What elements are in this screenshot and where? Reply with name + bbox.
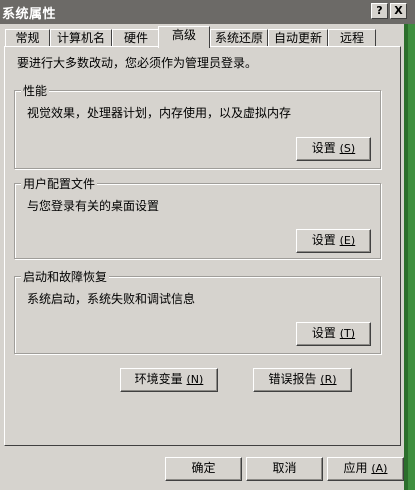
startup-recovery-settings-button[interactable]: 设置 (T) bbox=[296, 322, 371, 346]
cancel-button[interactable]: 取消 bbox=[246, 457, 323, 481]
cancel-label: 取消 bbox=[272, 461, 297, 475]
ok-button[interactable]: 确定 bbox=[165, 457, 242, 481]
performance-settings-accel: (S) bbox=[339, 142, 356, 155]
startup-recovery-settings-accel: (T) bbox=[339, 327, 356, 340]
window-title: 系统属性 bbox=[2, 7, 57, 22]
ok-label: 确定 bbox=[191, 461, 216, 475]
startup-recovery-label: 启动和故障恢复 bbox=[21, 268, 110, 285]
title-bar[interactable]: 系统属性 ? X bbox=[0, 0, 415, 24]
error-reporting-button[interactable]: 错误报告 (R) bbox=[253, 368, 352, 392]
environment-variables-label: 环境变量 bbox=[134, 372, 183, 386]
close-button[interactable]: X bbox=[390, 3, 407, 19]
performance-settings-label: 设置 bbox=[311, 141, 336, 155]
error-reporting-label: 错误报告 bbox=[268, 372, 317, 386]
user-profiles-settings-accel: (E) bbox=[339, 234, 356, 247]
performance-description: 视觉效果，处理器计划，内存使用，以及虚拟内存 bbox=[27, 106, 292, 120]
performance-label: 性能 bbox=[21, 82, 50, 99]
environment-variables-button[interactable]: 环境变量 (N) bbox=[120, 368, 218, 392]
startup-recovery-description: 系统启动，系统失败和调试信息 bbox=[27, 292, 196, 306]
user-profiles-settings-button[interactable]: 设置 (E) bbox=[296, 229, 371, 253]
background-window-edge-highlight bbox=[408, 24, 415, 490]
user-profiles-label: 用户配置文件 bbox=[21, 175, 98, 192]
admin-notice: 要进行大多数改动，您必须作为管理员登录。 bbox=[17, 56, 258, 70]
user-profiles-description: 与您登录有关的桌面设置 bbox=[27, 199, 160, 213]
performance-settings-button[interactable]: 设置 (S) bbox=[296, 137, 371, 161]
apply-button[interactable]: 应用 (A) bbox=[327, 457, 404, 481]
user-profiles-settings-label: 设置 bbox=[311, 233, 336, 247]
apply-accel: (A) bbox=[371, 462, 388, 475]
help-button[interactable]: ? bbox=[371, 3, 388, 19]
startup-recovery-settings-label: 设置 bbox=[311, 326, 336, 340]
error-reporting-accel: (R) bbox=[320, 373, 337, 386]
apply-label: 应用 bbox=[343, 461, 368, 475]
tab-advanced[interactable]: 高级 bbox=[158, 26, 210, 48]
environment-variables-accel: (N) bbox=[186, 373, 204, 386]
